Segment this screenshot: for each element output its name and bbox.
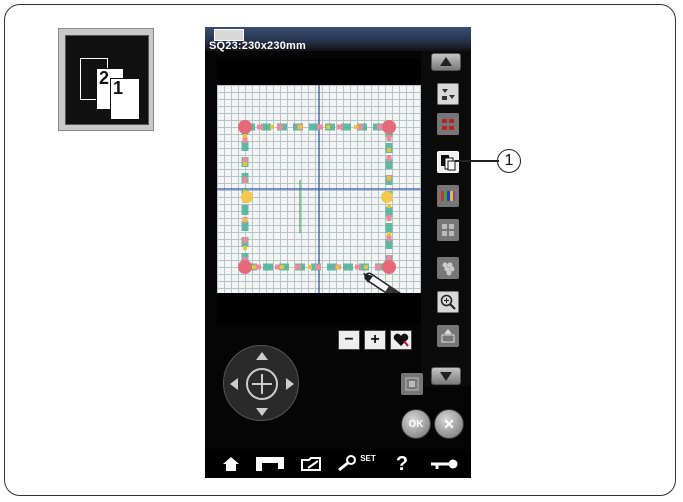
grapes-icon (442, 262, 455, 276)
wrench-icon (338, 455, 357, 472)
scroll-up-button[interactable] (431, 53, 461, 71)
lock-button[interactable] (427, 453, 461, 475)
callout-number: 1 (497, 149, 521, 173)
triangle-up-icon (440, 57, 452, 66)
home-icon (223, 457, 239, 471)
export-icon (441, 329, 455, 343)
stylus-pen-icon (363, 272, 402, 293)
bottom-navigation-bar: SET ? (205, 449, 471, 478)
color-grid-button[interactable] (437, 113, 459, 135)
home-button[interactable] (219, 453, 243, 475)
zoom-button[interactable] (437, 291, 459, 313)
color-bar-button[interactable] (437, 185, 459, 207)
preview-top-band (217, 59, 421, 85)
triangle-down-icon (440, 372, 452, 381)
page-front-icon: 1 (110, 78, 140, 120)
export-button[interactable] (437, 325, 459, 347)
title-bar: SQ23:230x230mm (205, 27, 471, 52)
size-plus-button[interactable]: + (364, 330, 386, 350)
device-screen: SQ23:230x230mm − + OK ✕ SET ? (205, 27, 471, 478)
trace-button[interactable] (401, 373, 423, 395)
layout-grid-button[interactable] (437, 219, 459, 241)
color-grid-icon (442, 119, 454, 130)
settings-label: SET (360, 453, 376, 463)
ok-button[interactable]: OK (401, 409, 431, 439)
hoop-size-label: SQ23:230x230mm (209, 40, 306, 52)
page-order-icon-background: 2 1 (65, 35, 149, 125)
zoom-icon (440, 294, 456, 310)
cancel-button[interactable]: ✕ (434, 409, 464, 439)
jog-dial[interactable] (223, 345, 299, 421)
folder-icon (301, 457, 321, 471)
direction-arrows-icon (230, 352, 294, 416)
design-preview (217, 85, 421, 293)
settings-button[interactable]: SET (335, 453, 377, 475)
machine-mode-button[interactable] (253, 453, 289, 475)
layout-grid-icon (442, 224, 454, 236)
layout-button[interactable] (437, 83, 459, 105)
callout-line (455, 160, 499, 162)
page-order-button[interactable] (437, 151, 459, 173)
heart-icon (393, 333, 409, 347)
embroidery-preview-grid[interactable] (217, 85, 421, 293)
scroll-down-button[interactable] (431, 367, 461, 385)
help-button[interactable]: ? (391, 453, 413, 475)
color-bar-icon (441, 191, 455, 201)
trace-icon (405, 377, 419, 391)
floral-frame-design (238, 120, 396, 274)
file-open-button[interactable] (297, 453, 327, 475)
preview-bottom-band (217, 293, 421, 325)
favorite-button[interactable] (390, 330, 412, 350)
page-order-icon (441, 155, 456, 171)
layout-icon (442, 89, 455, 100)
sewing-machine-icon (256, 457, 284, 471)
key-icon (431, 459, 458, 469)
grapes-button[interactable] (437, 257, 459, 279)
page-order-large-icon: 2 1 (58, 28, 154, 131)
size-minus-button[interactable]: − (338, 330, 360, 350)
